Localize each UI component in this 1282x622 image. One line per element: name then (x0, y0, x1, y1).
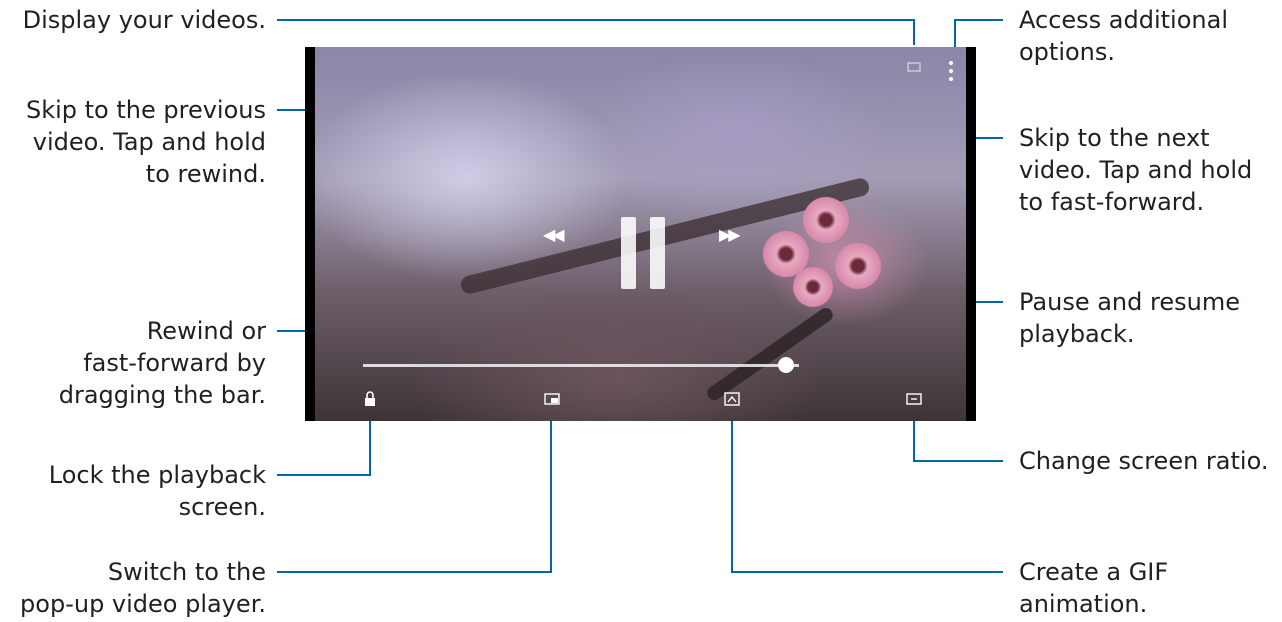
video-player-screen[interactable]: ◀◀ ▶▶ (305, 47, 976, 421)
callout-display-videos (277, 19, 915, 45)
label-change-ratio: Change screen ratio. (1019, 447, 1269, 475)
skip-next-icon[interactable]: ▶▶ (719, 225, 741, 244)
popup-player-icon[interactable] (543, 391, 561, 407)
more-options-icon[interactable] (948, 61, 954, 87)
video-list-icon[interactable] (907, 59, 921, 73)
label-display-videos: Display your videos. (22, 6, 266, 34)
skip-previous-icon[interactable]: ◀◀ (543, 225, 565, 244)
callout-lock (277, 412, 371, 476)
label-skip-previous: Skip to the previous video. Tap and hold… (25, 96, 266, 188)
progress-bar[interactable] (363, 364, 799, 367)
video-content-flower (803, 197, 849, 243)
label-rewind-ff: Rewind or fast-forward by dragging the b… (58, 317, 266, 409)
label-pause-resume: Pause and resume playback. (1019, 288, 1240, 348)
label-lock-screen: Lock the playback screen. (48, 461, 266, 521)
video-content-branch (704, 305, 836, 403)
label-popup-player: Switch to the pop-up video player. (20, 558, 266, 618)
screen-ratio-icon[interactable] (905, 391, 923, 407)
video-content-flower (793, 267, 833, 307)
callout-gif (731, 412, 1003, 573)
video-content-flower (835, 243, 881, 289)
pause-icon[interactable] (621, 217, 665, 289)
lock-icon[interactable] (361, 391, 379, 407)
label-skip-next: Skip to the next video. Tap and hold to … (1019, 124, 1253, 216)
progress-thumb[interactable] (777, 357, 794, 373)
label-gif: Create a GIF animation. (1019, 558, 1169, 618)
label-access-options: Access additional options. (1019, 6, 1228, 66)
gif-icon[interactable] (723, 391, 741, 407)
callout-popup (277, 412, 552, 573)
